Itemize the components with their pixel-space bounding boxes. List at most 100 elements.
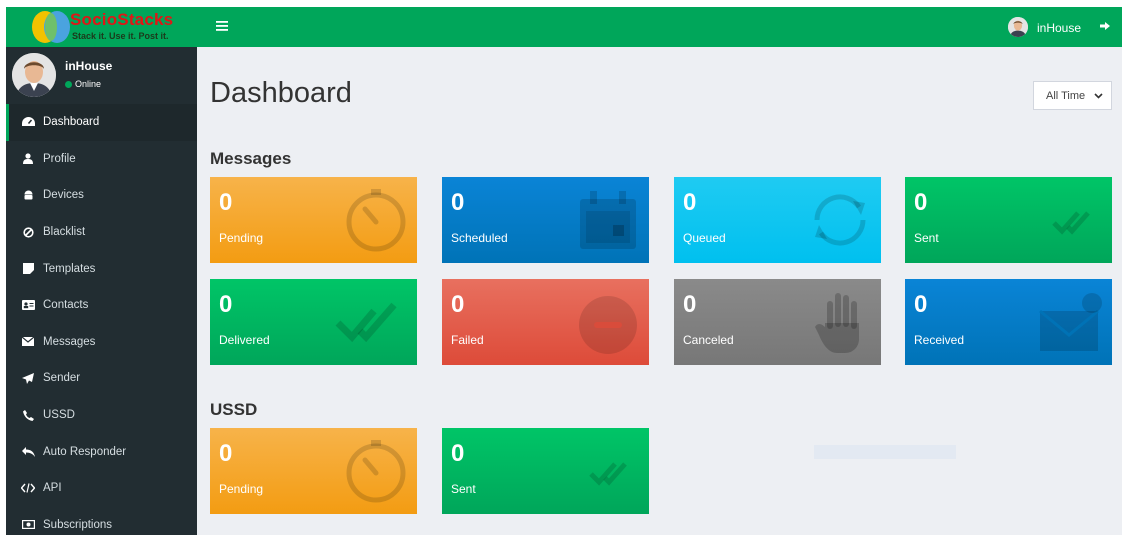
sidebar-item-label: API xyxy=(43,482,62,495)
sidebar-item-messages[interactable]: Messages xyxy=(6,324,197,361)
avatar xyxy=(12,53,56,97)
stat-label: Received xyxy=(914,333,965,347)
sidebar-item-label: Dashboard xyxy=(43,116,100,129)
stat-box-queued[interactable]: 0 Queued xyxy=(674,177,881,263)
stat-label: Pending xyxy=(219,482,264,496)
messages-section-title: Messages xyxy=(210,149,292,168)
sidebar-item-label: Blacklist xyxy=(43,226,86,239)
stat-value: 0 xyxy=(219,440,233,467)
sidebar-item-api[interactable]: API xyxy=(6,470,197,507)
stopwatch-icon xyxy=(346,189,406,252)
sidebar-item-label: USSD xyxy=(43,409,75,422)
stat-value: 0 xyxy=(683,291,697,318)
sidebar-item-sender[interactable]: Sender xyxy=(6,360,197,397)
hand-stop-icon xyxy=(815,293,859,353)
stat-value: 0 xyxy=(914,189,928,216)
ban-icon xyxy=(20,226,36,238)
reply-all-icon xyxy=(20,446,36,457)
sticky-note-icon xyxy=(20,263,36,275)
stat-label: Pending xyxy=(219,231,264,245)
check-icon xyxy=(1052,211,1090,235)
page-title: Dashboard xyxy=(210,77,352,109)
sidebar-item-label: Devices xyxy=(43,189,84,202)
stat-box-received[interactable]: 0 Received xyxy=(905,279,1112,365)
sidebar-item-label: Contacts xyxy=(43,299,89,312)
stat-value: 0 xyxy=(219,189,233,216)
sync-icon xyxy=(814,194,866,246)
logo-heads-icon xyxy=(32,11,70,43)
main-content: Dashboard All Time Messages 0 Pending 0 … xyxy=(197,47,1122,535)
logo[interactable]: SocioStacks Stack it. Use it. Post it. xyxy=(6,7,197,47)
ussd-box-pending[interactable]: 0 Pending xyxy=(210,428,417,514)
sidebar-item-ussd[interactable]: USSD xyxy=(6,397,197,434)
sidebar-item-label: Auto Responder xyxy=(43,445,127,458)
stat-label: Failed xyxy=(451,333,484,347)
stat-box-delivered[interactable]: 0 Delivered xyxy=(210,279,417,365)
sign-out-icon[interactable] xyxy=(1100,20,1111,34)
app-frame: SocioStacks Stack it. Use it. Post it. i… xyxy=(6,7,1122,535)
user-status: Online xyxy=(65,79,101,89)
sidebar-item-contacts[interactable]: Contacts xyxy=(6,287,197,324)
sidebar: SocioStacks Stack it. Use it. Post it. i… xyxy=(6,7,197,535)
stat-box-failed[interactable]: 0 Failed xyxy=(442,279,649,365)
sidebar-item-label: Subscriptions xyxy=(43,518,113,531)
stat-label: Canceled xyxy=(683,333,734,347)
sidebar-item-subscriptions[interactable]: Subscriptions xyxy=(6,507,197,535)
sidebar-item-label: Sender xyxy=(43,372,81,385)
stat-label: Scheduled xyxy=(451,231,508,245)
ussd-box-sent[interactable]: 0 Sent xyxy=(442,428,649,514)
sidebar-item-label: Profile xyxy=(43,152,76,165)
paper-plane-icon xyxy=(20,372,36,384)
stat-value: 0 xyxy=(683,189,697,216)
sidebar-item-profile[interactable]: Profile xyxy=(6,141,197,178)
stat-label: Sent xyxy=(451,482,476,496)
sidebar-item-devices[interactable]: Devices xyxy=(6,177,197,214)
topbar-user-name[interactable]: inHouse xyxy=(1037,21,1081,35)
user-icon xyxy=(20,153,36,165)
envelope-open-icon xyxy=(1039,293,1102,351)
money-icon xyxy=(20,520,36,530)
address-card-icon xyxy=(20,300,36,311)
stat-label: Sent xyxy=(914,231,939,245)
minus-circle-icon xyxy=(579,296,637,354)
sidebar-item-templates[interactable]: Templates xyxy=(6,250,197,287)
user-panel: inHouse Online xyxy=(6,47,197,104)
online-dot-icon xyxy=(65,80,72,88)
ussd-section-title: USSD xyxy=(210,400,258,419)
stat-label: Queued xyxy=(683,231,726,245)
brand-name: SocioStacks xyxy=(70,10,174,29)
sidebar-item-label: Templates xyxy=(43,262,96,275)
android-icon xyxy=(20,190,36,201)
sidebar-menu: Dashboard Profile Devices Blacklist Temp… xyxy=(6,104,197,535)
stat-value: 0 xyxy=(451,291,465,318)
stat-value: 0 xyxy=(451,189,465,216)
topbar-avatar[interactable] xyxy=(1008,17,1028,37)
date-range-select[interactable]: All Time xyxy=(1033,81,1112,110)
date-range-value: All Time xyxy=(1046,89,1086,102)
envelope-icon xyxy=(20,337,36,347)
sidebar-item-auto-responder[interactable]: Auto Responder xyxy=(6,433,197,470)
sidebar-item-blacklist[interactable]: Blacklist xyxy=(6,214,197,251)
stopwatch-icon xyxy=(346,440,406,503)
calendar-icon xyxy=(580,191,636,249)
user-status-label: Online xyxy=(75,79,102,89)
hamburger-menu-icon[interactable] xyxy=(216,18,228,35)
chevron-down-icon xyxy=(1094,91,1103,101)
stat-value: 0 xyxy=(914,291,928,318)
stat-label: Delivered xyxy=(219,333,270,347)
dashboard-icon xyxy=(20,116,36,128)
brand-tagline: Stack it. Use it. Post it. xyxy=(72,31,169,41)
user-avatar-icon xyxy=(12,53,56,97)
check-icon xyxy=(589,462,627,486)
user-name: inHouse xyxy=(65,59,113,73)
stat-box-scheduled[interactable]: 0 Scheduled xyxy=(442,177,649,263)
faint-overlay-bar xyxy=(814,445,956,459)
topbar: inHouse xyxy=(197,7,1122,47)
stat-value: 0 xyxy=(451,440,465,467)
stat-box-pending[interactable]: 0 Pending xyxy=(210,177,417,263)
stat-value: 0 xyxy=(219,291,233,318)
sidebar-item-label: Messages xyxy=(43,335,96,348)
sidebar-item-dashboard[interactable]: Dashboard xyxy=(6,104,197,141)
stat-box-sent[interactable]: 0 Sent xyxy=(905,177,1112,263)
stat-box-canceled[interactable]: 0 Canceled xyxy=(674,279,881,365)
